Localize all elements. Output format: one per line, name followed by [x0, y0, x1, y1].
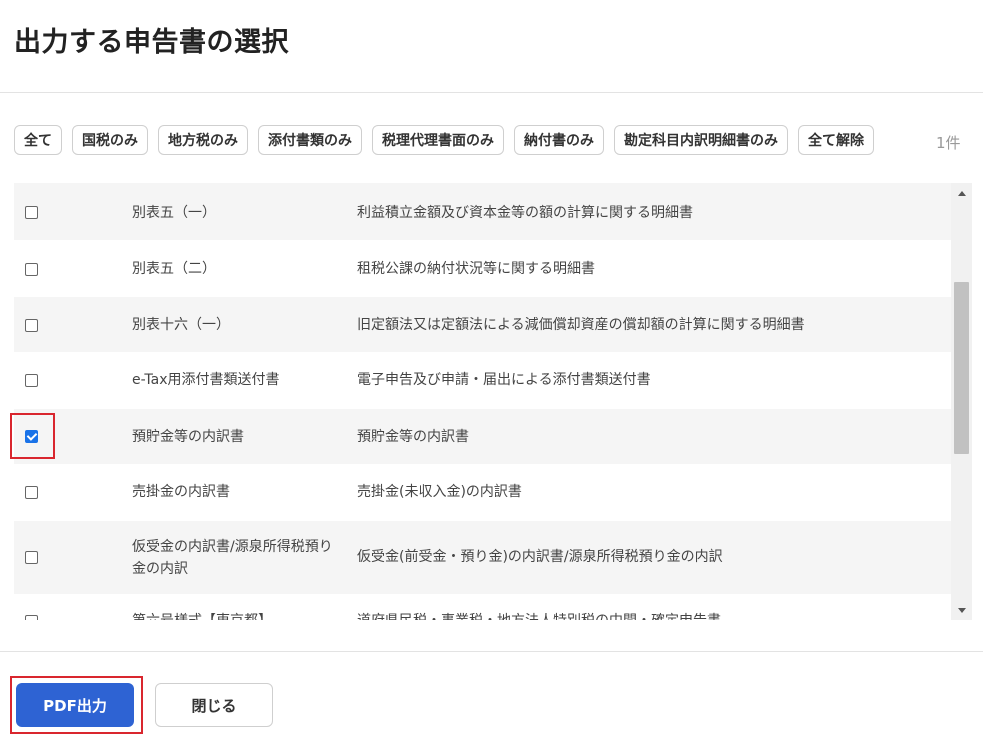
scrollbar-thumb[interactable] [954, 282, 969, 454]
checkbox-highlight-box [10, 413, 55, 459]
list-item[interactable]: 売掛金の内訳書 売掛金(未収入金)の内訳書 [14, 465, 951, 521]
form-description: 旧定額法又は定額法による減価償却資産の償却額の計算に関する明細書 [357, 317, 805, 333]
form-description: 道府県民税・事業税・地方法人特別税の中間・確定申告書 [357, 610, 947, 620]
footer-divider [0, 651, 983, 652]
filter-national-tax-button[interactable]: 国税のみ [72, 125, 148, 155]
form-name: 別表五（二） [132, 261, 216, 277]
pdf-output-button[interactable]: PDF出力 [16, 683, 134, 727]
form-name: 売掛金の内訳書 [132, 484, 230, 500]
row-checkbox[interactable] [25, 486, 38, 499]
form-description: 租税公課の納付状況等に関する明細書 [357, 261, 595, 277]
form-name: 別表十六（一） [132, 317, 230, 333]
filter-local-tax-button[interactable]: 地方税のみ [158, 125, 248, 155]
form-name: 預貯金等の内訳書 [132, 429, 244, 445]
row-checkbox[interactable] [25, 319, 38, 332]
close-button[interactable]: 閉じる [155, 683, 273, 727]
form-description: 預貯金等の内訳書 [357, 429, 469, 445]
selected-count: 1件 [936, 134, 961, 152]
form-description: 利益積立金額及び資本金等の額の計算に関する明細書 [357, 205, 693, 221]
list-scrollbar[interactable] [951, 183, 972, 620]
filter-tax-agent-docs-button[interactable]: 税理代理書面のみ [372, 125, 504, 155]
row-checkbox[interactable] [25, 551, 38, 564]
form-description: 売掛金(未収入金)の内訳書 [357, 484, 522, 500]
scroll-up-arrow-icon[interactable] [951, 183, 972, 203]
form-name: 別表五（一） [132, 205, 216, 221]
form-name: e-Tax用添付書類送付書 [132, 372, 280, 388]
filter-payment-slips-button[interactable]: 納付書のみ [514, 125, 604, 155]
list-item[interactable]: 第六号様式【東京都】 道府県民税・事業税・地方法人特別税の中間・確定申告書 [14, 595, 951, 620]
list-item[interactable]: e-Tax用添付書類送付書 電子申告及び申請・届出による添付書類送付書 [14, 353, 951, 409]
list-item[interactable]: 仮受金の内訳書/源泉所得税預り金の内訳 仮受金(前受金・預り金)の内訳書/源泉所… [14, 521, 951, 595]
page-title: 出力する申告書の選択 [14, 27, 289, 58]
filter-bar: 全て 国税のみ 地方税のみ 添付書類のみ 税理代理書面のみ 納付書のみ 勘定科目… [14, 125, 884, 155]
list-item[interactable]: 別表十六（一） 旧定額法又は定額法による減価償却資産の償却額の計算に関する明細書 [14, 297, 951, 353]
row-checkbox[interactable] [25, 374, 38, 387]
document-list: 別表五（一） 利益積立金額及び資本金等の額の計算に関する明細書 別表五（二） 租… [14, 183, 972, 620]
list-item[interactable]: 別表五（一） 利益積立金額及び資本金等の額の計算に関する明細書 [14, 183, 951, 241]
list-item[interactable]: 別表五（二） 租税公課の納付状況等に関する明細書 [14, 241, 951, 297]
list-item[interactable]: 預貯金等の内訳書 預貯金等の内訳書 [14, 409, 951, 465]
form-name: 第六号様式【東京都】 [132, 610, 342, 620]
row-checkbox[interactable] [25, 263, 38, 276]
filter-account-details-button[interactable]: 勘定科目内訳明細書のみ [614, 125, 788, 155]
form-description: 電子申告及び申請・届出による添付書類送付書 [357, 372, 651, 388]
scroll-down-arrow-icon[interactable] [951, 600, 972, 620]
form-name: 仮受金の内訳書/源泉所得税預り金の内訳 [132, 539, 333, 577]
row-checkbox[interactable] [25, 615, 38, 620]
document-list-viewport: 別表五（一） 利益積立金額及び資本金等の額の計算に関する明細書 別表五（二） 租… [14, 183, 951, 620]
filter-attachments-button[interactable]: 添付書類のみ [258, 125, 362, 155]
divider [0, 92, 983, 93]
clear-all-button[interactable]: 全て解除 [798, 125, 874, 155]
row-checkbox[interactable] [25, 206, 38, 219]
filter-all-button[interactable]: 全て [14, 125, 62, 155]
form-description: 仮受金(前受金・預り金)の内訳書/源泉所得税預り金の内訳 [357, 549, 723, 565]
